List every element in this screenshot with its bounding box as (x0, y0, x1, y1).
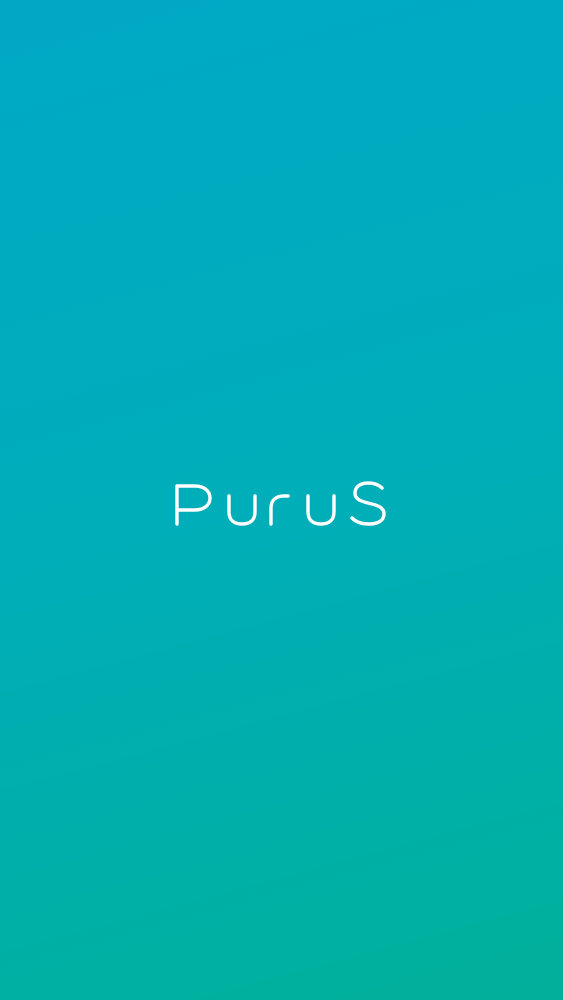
app-logo: purus (171, 476, 391, 532)
app-logo-text: purus (171, 532, 172, 533)
app-logo-wordmark (175, 481, 386, 526)
splash-screen: purus (0, 0, 563, 1000)
